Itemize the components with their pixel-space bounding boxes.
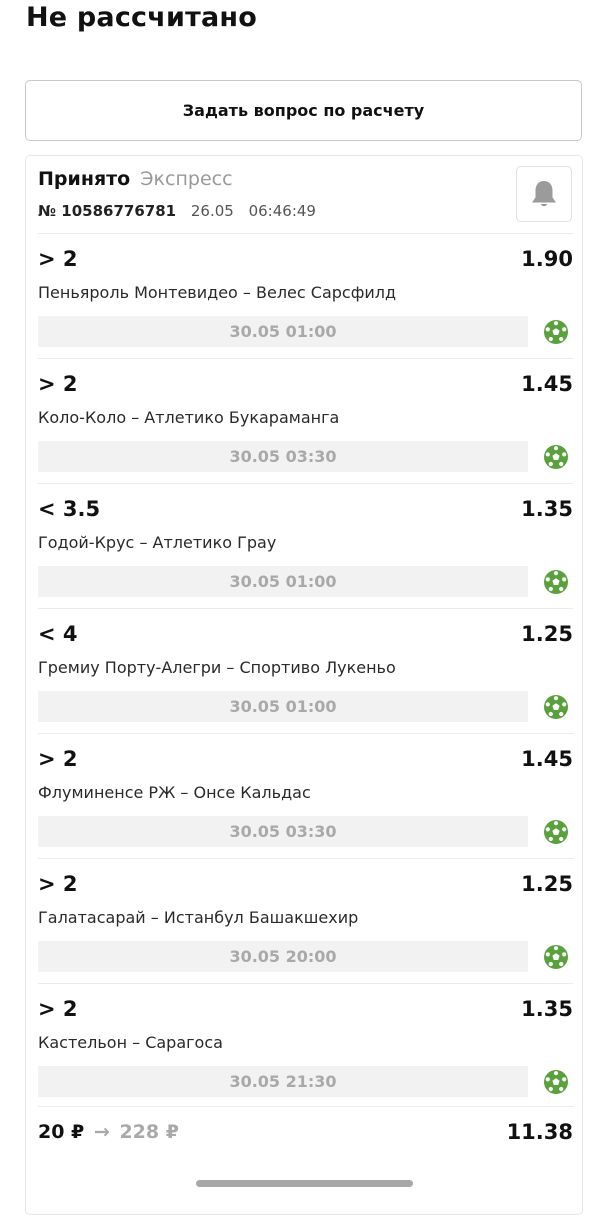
event-start-time: 30.05 21:30 [38, 1066, 528, 1097]
event-row[interactable]: < 4 1.25 Гремиу Порту-Алегри – Спортиво Лу… [38, 608, 573, 733]
event-odds: 1.25 [521, 872, 573, 896]
bet-meta: № 10586776781 26.05 06:46:49 [38, 200, 316, 222]
event-start-time: 30.05 01:00 [38, 566, 528, 597]
event-outcome: < 4 [38, 622, 78, 646]
event-row[interactable]: > 2 1.90 Пеньяроль Монтевидео – Велес Сарс… [38, 233, 573, 358]
football-icon [544, 1070, 568, 1094]
ask-question-button[interactable]: Задать вопрос по расчету [25, 80, 582, 141]
total-odds: 11.38 [506, 1120, 573, 1144]
home-indicator[interactable] [196, 1180, 413, 1187]
bell-icon [532, 181, 556, 207]
event-teams: Кастельон – Сарагоса [38, 1033, 223, 1052]
bet-date: 26.05 [190, 202, 234, 220]
event-row[interactable]: > 2 1.45 Коло-Коло – Атлетико Букараманга 3… [38, 358, 573, 483]
event-teams: Флуминенсе РЖ – Онсе Кальдас [38, 783, 311, 802]
event-teams: Годой-Крус – Атлетико Грау [38, 533, 277, 552]
bet-card: Принято Экспресс № 10586776781 26.05 06:… [25, 155, 583, 1215]
bet-time: 06:46:49 [248, 202, 316, 220]
event-odds: 1.45 [521, 372, 573, 396]
event-outcome: > 2 [38, 372, 78, 396]
potential-payout: 228 ₽ [119, 1121, 179, 1143]
event-outcome: < 3.5 [38, 497, 101, 521]
bet-type: Экспресс [140, 168, 233, 190]
event-odds: 1.45 [521, 747, 573, 771]
event-start-time: 30.05 01:00 [38, 316, 528, 347]
football-icon [544, 945, 568, 969]
notify-button[interactable] [516, 166, 572, 222]
football-icon [544, 820, 568, 844]
event-row[interactable]: > 2 1.25 Галатасарай – Истанбул Башакшехир… [38, 858, 573, 983]
event-teams: Гремиу Порту-Алегри – Спортиво Лукеньо [38, 658, 396, 677]
event-row[interactable]: > 2 1.35 Кастельон – Сарагоса 30.05 21:30 [38, 983, 573, 1108]
stake-line: 20 ₽ → 228 ₽ [38, 1117, 179, 1147]
event-teams: Коло-Коло – Атлетико Букараманга [38, 408, 340, 427]
bet-number: № 10586776781 [38, 202, 177, 220]
stake-amount: 20 ₽ [38, 1121, 85, 1143]
event-start-time: 30.05 20:00 [38, 941, 528, 972]
event-start-time: 30.05 03:30 [38, 816, 528, 847]
event-start-time: 30.05 01:00 [38, 691, 528, 722]
page-title: Не рассчитано [26, 2, 257, 33]
football-icon [544, 320, 568, 344]
event-outcome: > 2 [38, 247, 78, 271]
event-row[interactable]: > 2 1.45 Флуминенсе РЖ – Онсе Кальдас 30.05… [38, 733, 573, 858]
event-odds: 1.25 [521, 622, 573, 646]
event-outcome: > 2 [38, 747, 78, 771]
event-odds: 1.35 [521, 497, 573, 521]
bet-status: Принято [38, 168, 131, 190]
event-row[interactable]: < 3.5 1.35 Годой-Крус – Атлетико Грау 30.05… [38, 483, 573, 608]
bet-header: Принято Экспресс № 10586776781 26.05 06:… [38, 156, 573, 233]
event-odds: 1.35 [521, 997, 573, 1021]
football-icon [544, 445, 568, 469]
status-line: Принято Экспресс [38, 166, 233, 192]
event-outcome: > 2 [38, 997, 78, 1021]
event-teams: Галатасарай – Истанбул Башакшехир [38, 908, 359, 927]
event-outcome: > 2 [38, 872, 78, 896]
event-start-time: 30.05 03:30 [38, 441, 528, 472]
event-teams: Пеньяроль Монтевидео – Велес Сарсфилд [38, 283, 397, 302]
arrow-right-icon: → [93, 1121, 110, 1143]
event-odds: 1.90 [521, 247, 573, 271]
football-icon [544, 695, 568, 719]
bet-summary: 20 ₽ → 228 ₽ 11.38 [38, 1106, 573, 1156]
football-icon [544, 570, 568, 594]
